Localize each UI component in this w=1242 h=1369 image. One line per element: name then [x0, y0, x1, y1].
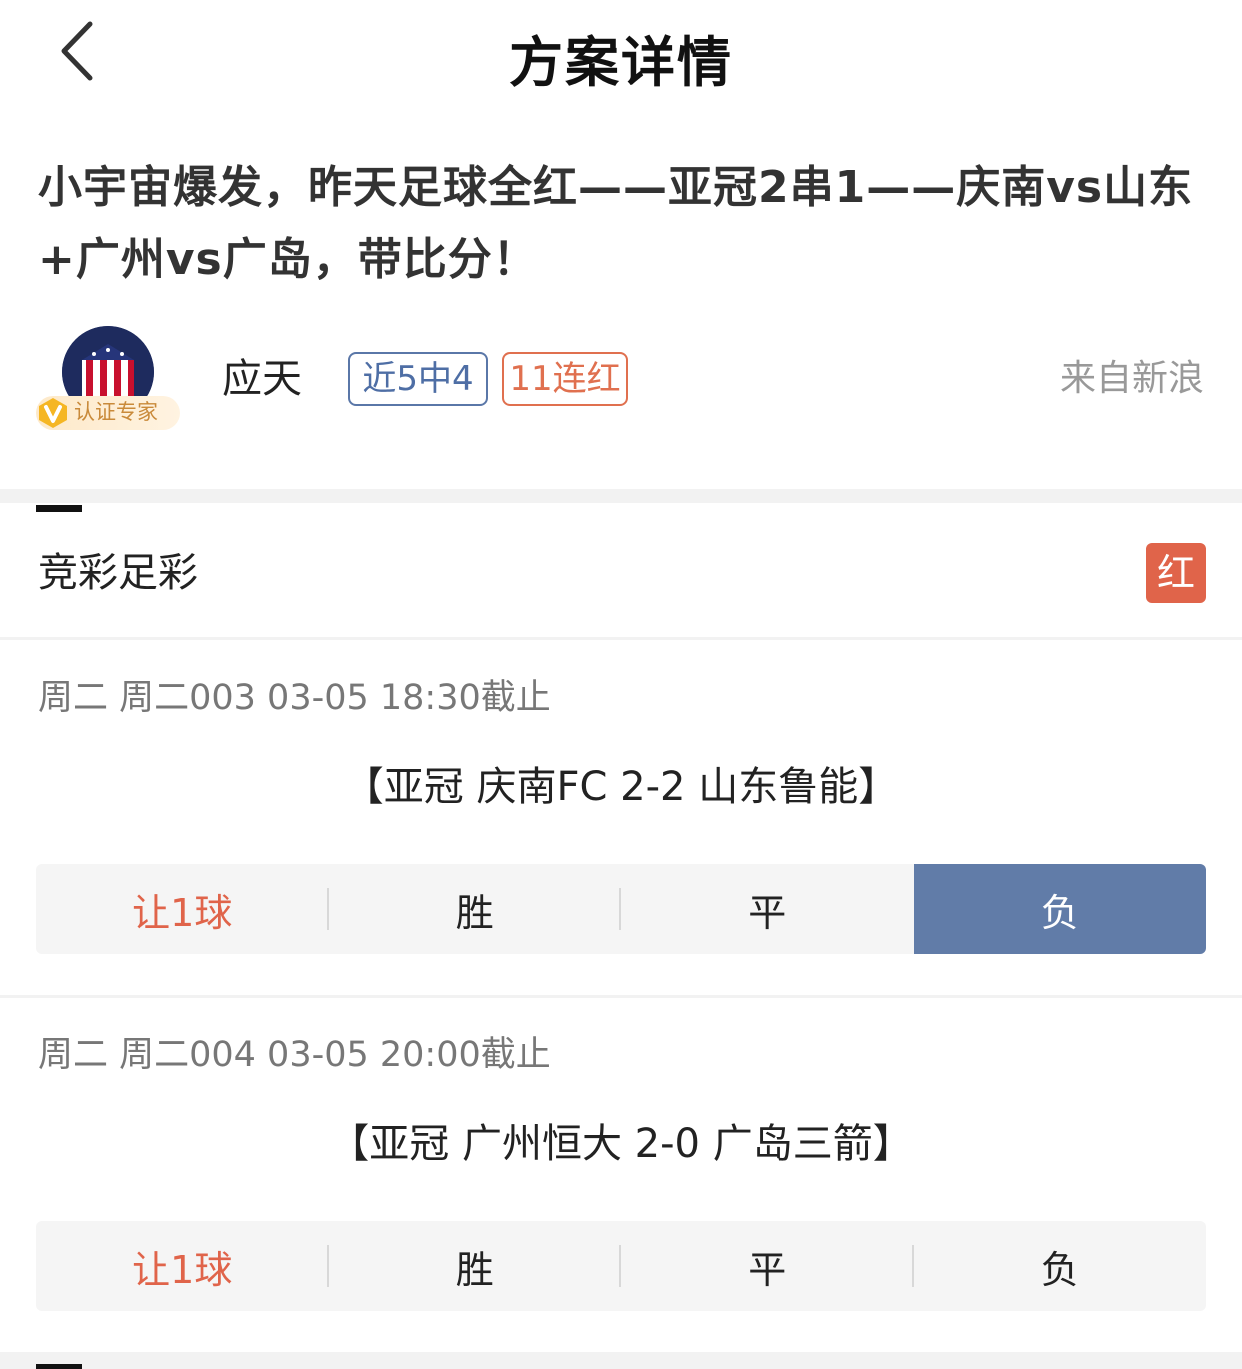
lose-option[interactable]: 负: [914, 1221, 1207, 1311]
section-title: 竞彩足彩: [38, 550, 198, 596]
lose-label: 负: [1040, 890, 1079, 935]
verified-label: 认证专家: [74, 400, 158, 424]
draw-option[interactable]: 平: [621, 1221, 914, 1311]
record-tag: 近5中4: [348, 352, 488, 406]
bet-options: 让1球 胜 平 负: [36, 864, 1206, 954]
author-name[interactable]: 应天: [222, 354, 302, 404]
win-label: 胜: [455, 1247, 494, 1292]
win-option[interactable]: 胜: [329, 1221, 621, 1311]
tab-indicator: [36, 505, 82, 512]
draw-label: 平: [748, 1247, 787, 1292]
match-deadline: 周二 周二004 03-05 20:00截止: [38, 1035, 551, 1075]
lose-label: 负: [1040, 1247, 1079, 1292]
streak-tag: 11连红: [502, 352, 628, 406]
nav-bar: 方案详情: [0, 0, 1242, 110]
handicap-option[interactable]: 让1球: [36, 1221, 329, 1311]
article-headline: 小宇宙爆发，昨天足球全红——亚冠2串1——庆南vs山东+广州vs广岛，带比分！: [38, 162, 1194, 285]
win-label: 胜: [455, 890, 494, 935]
handicap-option[interactable]: 让1球: [36, 864, 329, 954]
divider: [0, 637, 1242, 640]
match-deadline: 周二 周二003 03-05 18:30截止: [38, 678, 551, 718]
source-label: 来自新浪: [1059, 358, 1204, 399]
verified-v-icon: [36, 396, 70, 430]
page-title: 方案详情: [509, 31, 733, 94]
tab-indicator: [36, 1364, 82, 1369]
match-title: 【亚冠 庆南FC 2-2 山东鲁能】: [343, 764, 899, 810]
bet-options: 让1球 胜 平 负: [36, 1221, 1206, 1311]
draw-label: 平: [748, 890, 787, 935]
handicap-label: 让1球: [132, 890, 233, 935]
section-divider: [0, 1352, 1242, 1369]
draw-option[interactable]: 平: [621, 864, 914, 954]
divider: [0, 995, 1242, 998]
lose-option[interactable]: 负: [913, 864, 1206, 954]
handicap-label: 让1球: [132, 1247, 233, 1292]
result-badge: 红: [1146, 543, 1206, 603]
section-divider: [0, 489, 1242, 503]
match-title: 【亚冠 广州恒大 2-0 广岛三箭】: [329, 1121, 913, 1167]
win-option[interactable]: 胜: [329, 864, 621, 954]
